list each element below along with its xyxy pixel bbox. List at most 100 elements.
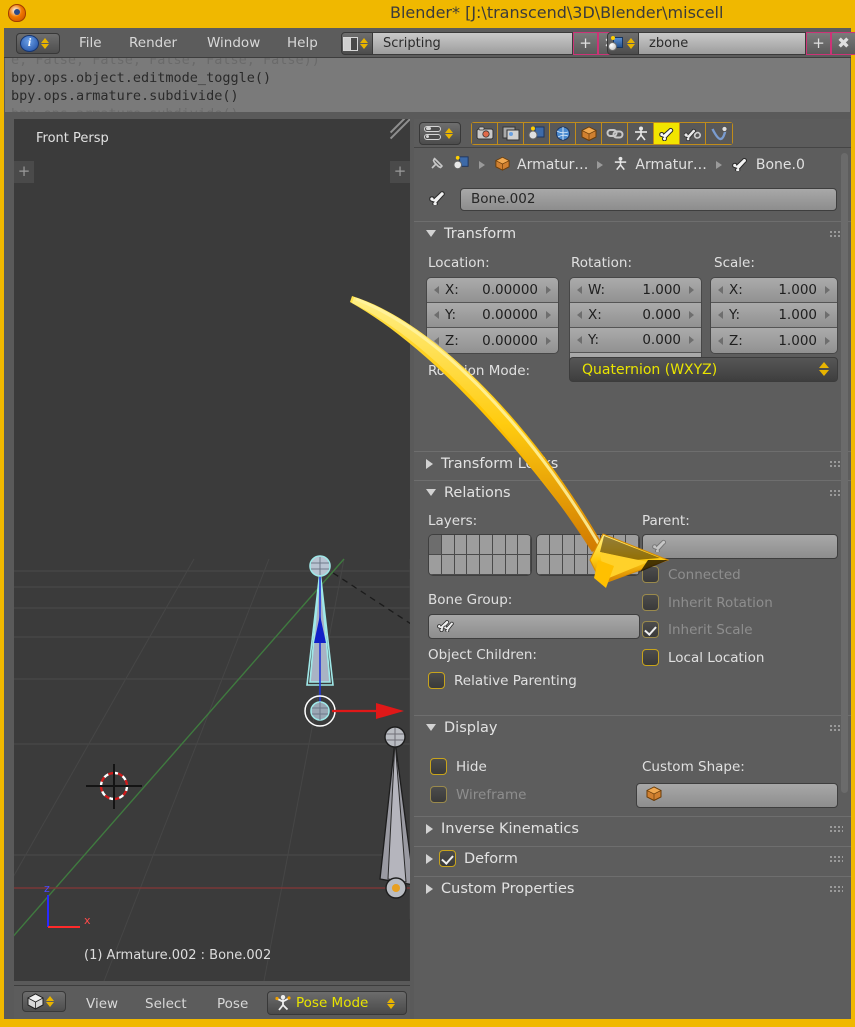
tab-object-constraints[interactable] (602, 123, 628, 144)
connected-checkbox[interactable] (642, 566, 659, 583)
rotation-x-field[interactable]: X: 0.000 (570, 303, 701, 328)
tab-world[interactable] (550, 123, 576, 144)
menu-help[interactable]: Help (287, 35, 318, 51)
bone-layers-grid-b[interactable] (536, 534, 640, 576)
layer-cell[interactable] (492, 555, 506, 575)
layer-cell[interactable] (505, 555, 519, 575)
properties-region-expand-button[interactable]: + (390, 161, 410, 183)
layer-cell[interactable] (562, 535, 576, 555)
layer-cell[interactable] (562, 555, 576, 575)
inherit-rotation-row[interactable]: Inherit Rotation (642, 594, 773, 611)
bone-group-field[interactable] (428, 614, 640, 639)
layer-cell[interactable] (549, 535, 563, 555)
panel-transform-locks-header[interactable]: Transform Locks (414, 451, 851, 475)
tab-render-layers[interactable] (498, 123, 524, 144)
layer-cell[interactable] (505, 535, 519, 555)
menu-pose[interactable]: Pose (217, 996, 248, 1012)
scene-icon[interactable] (607, 32, 639, 55)
layer-cell[interactable] (613, 535, 627, 555)
panel-relations-header[interactable]: Relations (414, 480, 851, 504)
wireframe-row[interactable]: Wireframe (430, 786, 526, 803)
panel-custom-properties-header[interactable]: Custom Properties (414, 876, 851, 900)
panel-drag-grip-icon[interactable] (829, 885, 843, 893)
inherit-rotation-checkbox[interactable] (642, 594, 659, 611)
panel-drag-grip-icon[interactable] (829, 825, 843, 833)
pin-icon[interactable] (428, 154, 447, 177)
layer-cell[interactable] (467, 555, 480, 575)
parent-field[interactable] (642, 534, 838, 559)
breadcrumb-item-bone[interactable]: Bone.0 (731, 156, 805, 175)
rotation-mode-dropdown[interactable]: Quaternion (WXYZ) (569, 357, 838, 382)
panel-transform-header[interactable]: Transform (414, 221, 851, 245)
layer-cell[interactable] (588, 535, 601, 555)
layer-cell[interactable] (549, 555, 563, 575)
panel-deform-header[interactable]: Deform (414, 846, 851, 870)
add-screen-button[interactable]: + (573, 32, 598, 55)
layer-cell[interactable] (454, 555, 468, 575)
local-location-checkbox[interactable] (642, 649, 659, 666)
interaction-mode-selector[interactable]: Pose Mode (267, 991, 407, 1015)
layer-cell[interactable] (492, 535, 506, 555)
menu-file[interactable]: File (79, 35, 102, 51)
tab-scene[interactable] (524, 123, 550, 144)
deform-checkbox[interactable] (439, 850, 456, 867)
scale-x-field[interactable]: X: 1.000 (711, 278, 837, 303)
layer-cell[interactable] (454, 535, 468, 555)
layer-cell[interactable] (467, 535, 480, 555)
relative-parenting-row[interactable]: Relative Parenting (428, 672, 577, 689)
layer-cell[interactable] (441, 555, 455, 575)
layer-cell[interactable] (518, 555, 531, 575)
screen-layout-icon[interactable] (341, 32, 373, 55)
breadcrumb-item-armature[interactable]: Armatur… (612, 156, 707, 175)
panel-drag-grip-icon[interactable] (829, 855, 843, 863)
tab-bone[interactable] (654, 123, 680, 144)
breadcrumb-item-object[interactable]: Armatur… (494, 156, 588, 175)
3d-view-editor-type-selector[interactable] (22, 991, 66, 1012)
properties-editor[interactable]: Armatur… Armatur… Bone.0 Bone.002 Transf… (414, 119, 851, 1019)
layer-cell[interactable] (600, 535, 614, 555)
tab-physics[interactable] (706, 123, 732, 144)
menu-view[interactable]: View (86, 996, 118, 1012)
wireframe-checkbox[interactable] (430, 786, 447, 803)
menu-render[interactable]: Render (129, 35, 177, 51)
area-resize-corner[interactable] (388, 119, 410, 141)
inherit-scale-row[interactable]: Inherit Scale (642, 621, 753, 638)
layer-cell[interactable] (480, 555, 493, 575)
inherit-scale-checkbox[interactable] (642, 621, 659, 638)
panel-inverse-kinematics-header[interactable]: Inverse Kinematics (414, 816, 851, 840)
location-y-field[interactable]: Y: 0.00000 (427, 303, 558, 328)
scene-selector[interactable]: zbone + ✖ (607, 32, 855, 55)
layer-cell[interactable] (429, 555, 442, 575)
layer-cell[interactable] (600, 555, 614, 575)
menu-select[interactable]: Select (145, 996, 187, 1012)
layer-cell[interactable] (518, 535, 531, 555)
tab-render[interactable] (472, 123, 498, 144)
properties-scrollbar[interactable] (840, 153, 849, 793)
location-x-field[interactable]: X: 0.00000 (427, 278, 558, 303)
layer-cell[interactable] (613, 555, 627, 575)
layer-cell[interactable] (575, 555, 588, 575)
custom-shape-field[interactable] (636, 783, 838, 808)
layer-cell[interactable] (575, 535, 588, 555)
layer-cell[interactable] (588, 555, 601, 575)
add-scene-button[interactable]: + (806, 32, 831, 55)
local-location-row[interactable]: Local Location (642, 649, 764, 666)
screen-layout-selector[interactable]: Scripting + ✖ (341, 32, 623, 55)
scene-name-field[interactable]: zbone (639, 32, 806, 55)
layer-cell[interactable] (429, 535, 442, 555)
layer-cell[interactable] (626, 535, 639, 555)
hide-row[interactable]: Hide (430, 758, 487, 775)
layer-cell[interactable] (480, 535, 493, 555)
properties-tab-strip[interactable] (471, 122, 733, 145)
relative-parenting-checkbox[interactable] (428, 672, 445, 689)
delete-scene-button[interactable]: ✖ (831, 32, 855, 55)
menu-window[interactable]: Window (207, 35, 260, 51)
layer-cell[interactable] (626, 555, 639, 575)
properties-editor-type-selector[interactable] (419, 122, 461, 145)
layer-cell[interactable] (537, 555, 550, 575)
scale-z-field[interactable]: Z: 1.000 (711, 328, 837, 353)
layer-cell[interactable] (441, 535, 455, 555)
panel-display-header[interactable]: Display (414, 715, 851, 739)
rotation-y-field[interactable]: Y: 0.000 (570, 328, 701, 353)
info-log-console[interactable]: e, False, False, False, False, False)) b… (5, 58, 850, 117)
